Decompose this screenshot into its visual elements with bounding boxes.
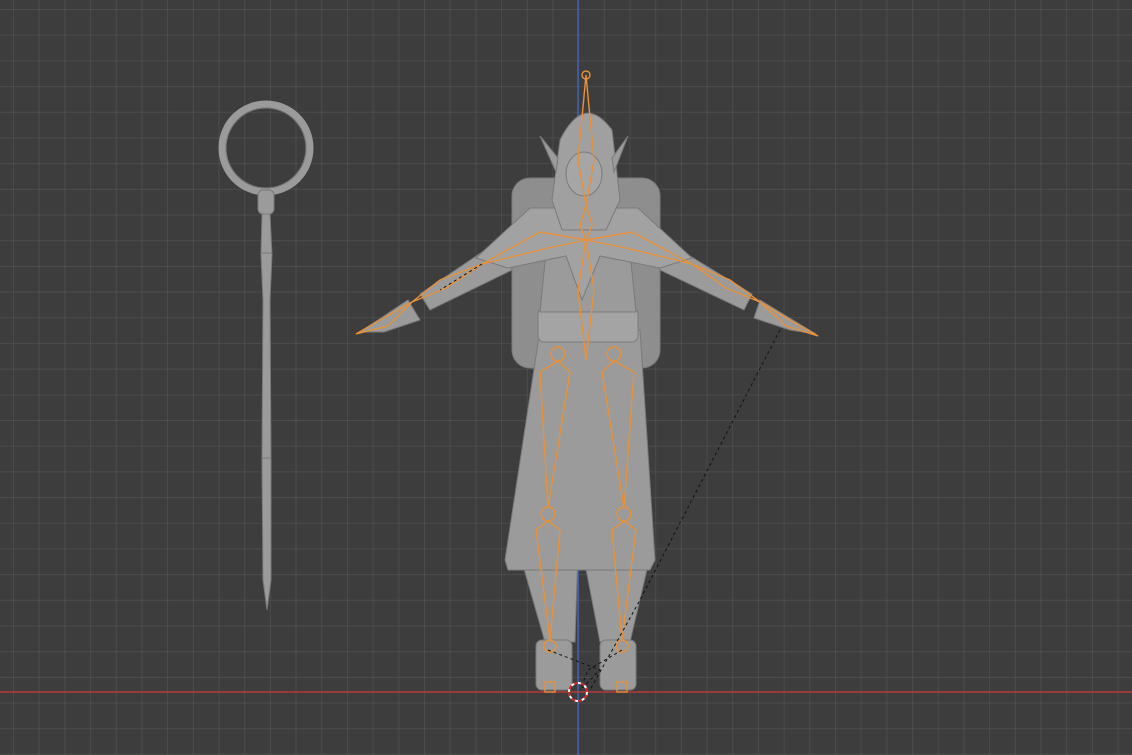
staff-ring[interactable] — [218, 100, 314, 196]
viewport-scene[interactable] — [0, 0, 1132, 755]
staff-ring-inner-edge — [225, 107, 307, 189]
face — [565, 151, 603, 197]
3d-viewport[interactable] — [0, 0, 1132, 755]
ear-right — [611, 135, 629, 174]
staff-mesh[interactable] — [218, 100, 314, 611]
staff-shaft[interactable] — [260, 213, 273, 611]
ear-left — [539, 135, 559, 174]
character-mesh[interactable] — [358, 112, 817, 691]
staff-knot — [257, 189, 275, 215]
